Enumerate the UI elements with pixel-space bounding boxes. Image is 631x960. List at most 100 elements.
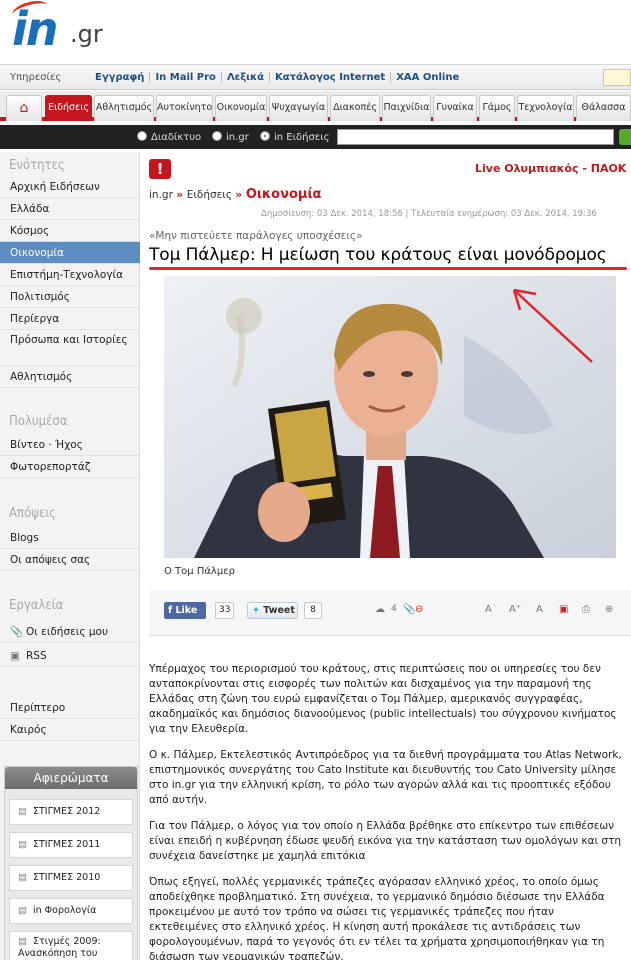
afieromata-item[interactable]: ▤ in Φορολογία [9, 898, 133, 924]
document-icon: ▤ [18, 839, 27, 850]
sidebar-heading-tools: Εργαλεία [9, 598, 64, 613]
print-icon[interactable]: ⎙ [582, 604, 590, 615]
facebook-like-button[interactable]: f Like [164, 602, 206, 619]
breadcrumb-separator-icon: » [176, 189, 187, 201]
font-increase-icon[interactable]: A⁺ [509, 604, 521, 615]
services-link-dictionaries[interactable]: Λεξικά [220, 72, 269, 83]
tweet-count: 8 [304, 602, 322, 619]
afieromata-item[interactable]: ▤ ΣΤΙΓΜΕΣ 2012 [9, 799, 133, 825]
afieromata-item-label: in Φορολογία [32, 905, 97, 916]
sidebar-item-weather[interactable]: Καιρός [0, 719, 140, 741]
tab-sea[interactable]: Θάλασσα [576, 95, 631, 121]
afieromata-item[interactable]: ▤ ΣΤΙΓΜΕΣ 2010 [9, 865, 133, 891]
twitter-icon: ✦ [252, 605, 264, 616]
tab-auto[interactable]: Αυτοκίνητο [156, 95, 213, 121]
sidebar-item-greece[interactable]: Ελλάδα [0, 198, 140, 220]
tab-sports[interactable]: Αθλητισμός [94, 95, 154, 121]
afieromata-item-label: ΣΤΙΓΜΕΣ 2012 [32, 806, 101, 817]
sidebar-item-world[interactable]: Κόσμος [0, 220, 140, 242]
sidebar-item-home[interactable]: Αρχική Ειδήσεων [0, 176, 140, 198]
breadcrumb-section[interactable]: Ειδήσεις [187, 189, 232, 201]
publication-info: Δημοσίευση: 03 Δεκ. 2014, 18:56 | Τελευτ… [261, 209, 597, 219]
radio-icon [137, 131, 147, 141]
annotation-arrow-icon [512, 288, 593, 363]
site-logo[interactable]: in .gr [10, 0, 152, 58]
article-paragraph: Για τον Πάλμερ, ο λόγος για τον οποίο η … [149, 820, 622, 862]
sidebar-item-kiosk[interactable]: Περίπτερο [0, 697, 140, 719]
breadcrumb-site[interactable]: in.gr [149, 189, 173, 201]
services-label: Υπηρεσίες [10, 72, 62, 83]
main-nav-tabs: ⌂ Ειδήσεις Αθλητισμός Αυτοκίνητο Οικονομ… [0, 91, 631, 121]
tweet-label: Tweet [263, 605, 295, 616]
afieromata-box: Αφιερώματα ▤ ΣΤΙΓΜΕΣ 2012 ▤ ΣΤΙΓΜΕΣ 2011 ▤… [4, 766, 138, 960]
sidebar-item-photoreport[interactable]: Φωτορεπορτάζ [0, 456, 140, 478]
search-scope-ingr[interactable]: in.gr [212, 131, 249, 143]
top-search-input[interactable] [603, 69, 631, 86]
afieromata-title: Αφιερώματα [5, 767, 137, 789]
sidebar-item-rss[interactable]: ▣ RSS [0, 645, 140, 667]
sidebar-item-video[interactable]: Βίντεο · Ήχος [0, 434, 140, 456]
article-paragraph: Ο κ. Πάλμερ, Εκτελεστικός Αντιπρόεδρος γ… [149, 749, 622, 806]
sidebar-item-weird[interactable]: Περίεργα [0, 308, 140, 330]
sidebar-item-science[interactable]: Επιστήμη-Τεχνολογία [0, 264, 140, 286]
article-kicker: «Μην πιστεύετε παράλογες υποσχέσεις» [149, 230, 363, 242]
home-tab[interactable]: ⌂ [6, 95, 42, 121]
sidebar-item-economy[interactable]: Οικονομία [0, 242, 140, 264]
radio-selected-icon [260, 131, 270, 141]
comments-count: 4 [391, 604, 397, 614]
search-scope-news[interactable]: in Ειδήσεις [260, 131, 329, 143]
breadcrumb-separator-icon: » [235, 189, 246, 201]
annotation-underline [149, 267, 627, 270]
sidebar-item-my-news[interactable]: 📎 Οι ειδήσεις μου [0, 621, 140, 643]
document-icon: ▤ [18, 806, 27, 817]
services-link-stock[interactable]: ΧΑΑ Online [390, 72, 464, 83]
facebook-like-label: Like [175, 605, 198, 616]
sidebar-heading-multimedia: Πολυμέσα [9, 414, 68, 429]
breadcrumb: in.gr » Ειδήσεις » Οικονομία [149, 187, 321, 202]
tweet-button[interactable]: ✦ Tweet [247, 602, 298, 619]
tab-economy[interactable]: Οικονομία [215, 95, 267, 121]
font-decrease-icon[interactable]: A˙ [485, 604, 497, 615]
services-links: Εγγραφή In Mail Pro Λεξικά Κατάλογος Int… [90, 72, 464, 83]
tab-technology[interactable]: Τεχνολογία [517, 95, 574, 121]
font-reset-icon[interactable]: A [536, 604, 543, 615]
search-go-button[interactable] [619, 129, 631, 145]
home-icon: ⌂ [19, 100, 29, 116]
comments-icon[interactable]: ☁ [375, 604, 385, 615]
services-link-register[interactable]: Εγγραφή [90, 72, 149, 83]
tab-news[interactable]: Ειδήσεις [45, 95, 92, 121]
logo-in-text: in [12, 2, 58, 56]
afieromata-item-label: ΣΤΙΓΜΕΣ 2010 [32, 872, 101, 883]
tab-holidays[interactable]: Διακοπές [330, 95, 380, 121]
share-plus-icon[interactable]: ⊕ [605, 604, 613, 615]
live-ticker[interactable]: Live Ολυμπιακός - ΠΑΟΚ (0 [475, 162, 631, 175]
sidebar-item-sports[interactable]: Αθλητισμός [0, 366, 140, 388]
remove-icon[interactable]: ⊖ [415, 604, 423, 615]
sidebar-item-culture[interactable]: Πολιτισμός [0, 286, 140, 308]
radio-icon [212, 131, 222, 141]
sidebar: Ενότητες Αρχική Ειδήσεων Ελλάδα Κόσμος Ο… [0, 152, 140, 960]
alert-icon: ! [149, 159, 171, 179]
search-scope-web[interactable]: Διαδίκτυο [137, 131, 201, 143]
services-link-mail[interactable]: In Mail Pro [149, 72, 221, 83]
tab-woman[interactable]: Γυναίκα [433, 95, 477, 121]
sidebar-item-your-opinions[interactable]: Οι απόψεις σας [0, 549, 140, 571]
tab-wedding[interactable]: Γάμος [479, 95, 515, 121]
afieromata-item[interactable]: ▤ Στιγμές 2009: Ανασκόπηση του [9, 931, 133, 960]
tab-entertainment[interactable]: Ψυχαγωγία [269, 95, 328, 121]
pdf-icon[interactable]: ▣ [559, 604, 568, 615]
search-input[interactable] [337, 129, 614, 145]
article-paragraph: Όπως εξηγεί, πολλές γερμανικές τράπεζες … [149, 876, 605, 960]
tab-games[interactable]: Παιχνίδια [382, 95, 431, 121]
services-link-directory[interactable]: Κατάλογος Internet [269, 72, 390, 83]
afieromata-item[interactable]: ▤ ΣΤΙΓΜΕΣ 2011 [9, 832, 133, 858]
rss-icon: ▣ [10, 650, 20, 662]
sidebar-item-people[interactable]: Πρόσωπα και Ιστορίες [0, 330, 140, 366]
attachment-icon[interactable]: 📎 [403, 604, 415, 615]
facebook-like-count: 33 [215, 602, 235, 619]
sidebar-heading-sections: Ενότητες [9, 158, 65, 173]
logo-suffix-text: .gr [70, 20, 103, 48]
document-icon: ▤ [18, 936, 27, 947]
sidebar-item-blogs[interactable]: Blogs [0, 527, 140, 549]
sidebar-item-my-news-label: Οι ειδήσεις μου [26, 626, 109, 638]
